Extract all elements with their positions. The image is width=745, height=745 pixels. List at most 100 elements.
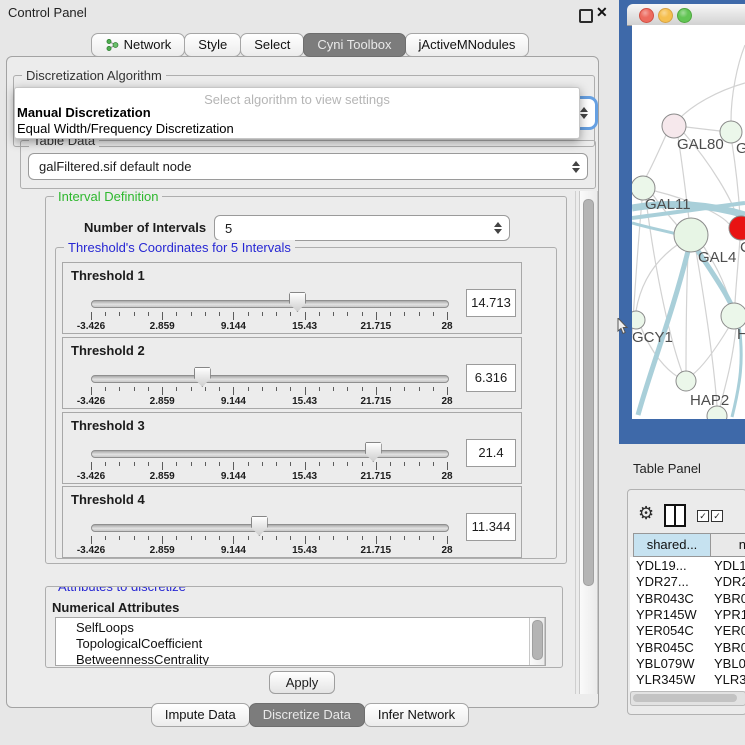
GAL4-node[interactable] — [674, 218, 708, 252]
panel-vertical-scrollbar[interactable] — [579, 191, 598, 694]
table-row[interactable]: YLR345W YLR345W — [630, 671, 745, 688]
attribute-item[interactable]: SelfLoops — [56, 620, 545, 636]
tab-cyni-toolbox[interactable]: Cyni Toolbox — [303, 33, 405, 57]
numerical-attributes-label: Numerical Attributes — [52, 600, 179, 615]
cell-name: YBR043C — [714, 590, 745, 607]
scrollbar-thumb[interactable] — [633, 694, 737, 702]
tab-infer-network[interactable]: Infer Network — [364, 703, 469, 727]
table-row[interactable]: YBR045CYBR045C — [630, 639, 745, 656]
slider-thumb[interactable] — [289, 292, 306, 312]
minimize-traffic-light[interactable] — [658, 8, 673, 23]
split-pane-icon[interactable] — [664, 504, 686, 527]
slider-tick — [290, 536, 291, 540]
HAP2-node[interactable] — [676, 371, 696, 391]
table-row[interactable]: YDL19...YDL19... — [630, 557, 745, 574]
threshold-value-field[interactable]: 14.713 — [466, 289, 516, 317]
tab-select[interactable]: Select — [240, 33, 304, 57]
slider-tick — [119, 312, 120, 316]
threshold-value-field[interactable]: 6.316 — [466, 364, 516, 392]
slider-tick — [233, 462, 234, 470]
apply-button[interactable]: Apply — [269, 671, 335, 694]
tick-label: 28 — [441, 321, 452, 332]
slider-tick — [134, 312, 135, 316]
attribute-item[interactable]: TopologicalCoefficient — [56, 636, 545, 652]
slider-tick — [376, 462, 377, 470]
combo-arrows-icon — [572, 161, 580, 173]
table-horizontal-scrollbar[interactable] — [630, 691, 745, 706]
slider-tick — [447, 387, 448, 395]
attributes-listbox[interactable]: SelfLoopsTopologicalCoefficientBetweenne… — [55, 617, 546, 666]
table-row[interactable]: YDR27...YDR27... — [630, 573, 745, 590]
scrollbar-thumb[interactable] — [532, 620, 543, 660]
network-canvas[interactable]: GAL80GACGAL11GAL4GCY1HHAP2 — [632, 25, 745, 419]
tab-impute-data[interactable]: Impute Data — [151, 703, 250, 727]
tick-label: -3.426 — [77, 545, 105, 556]
slider-tick — [447, 462, 448, 470]
slider-tick — [347, 312, 348, 316]
node-label: GA — [736, 140, 745, 157]
algorithm-option-equal-width[interactable]: Equal Width/Frequency Discretization — [17, 121, 234, 136]
slider-track[interactable] — [91, 375, 449, 383]
network-window-titlebar[interactable] — [627, 4, 745, 26]
table-row[interactable]: YBR043CYBR043C — [630, 590, 745, 607]
gear-icon[interactable]: ⚙ — [638, 503, 654, 524]
tab-network[interactable]: Network — [91, 33, 186, 57]
slider-tick — [404, 536, 405, 540]
tab-style[interactable]: Style — [184, 33, 241, 57]
column-header-name[interactable]: na — [710, 533, 745, 557]
slider-tick — [305, 536, 306, 544]
slider-thumb[interactable] — [251, 516, 268, 536]
red-node[interactable] — [729, 216, 745, 240]
list-scrollbar[interactable] — [529, 618, 545, 665]
slider-track[interactable] — [91, 300, 449, 308]
node-label: GCY1 — [632, 329, 673, 346]
algorithm-option-manual[interactable]: Manual Discretization — [17, 105, 151, 120]
table-row[interactable]: YER054CYER054C — [630, 622, 745, 639]
tab-discretize-data[interactable]: Discretize Data — [249, 703, 365, 727]
threshold-panel: Threshold 4-3.4262.8599.14415.4321.71528… — [62, 486, 522, 558]
threshold-value-field[interactable]: 11.344 — [466, 513, 516, 541]
slider-tick — [134, 387, 135, 391]
cell-shared-name: YLR345W — [636, 671, 695, 688]
close-traffic-light[interactable] — [639, 8, 654, 23]
close-icon[interactable]: ✕ — [596, 4, 608, 21]
slider-thumb[interactable] — [194, 367, 211, 387]
checkbox-icon[interactable]: ✓ — [711, 510, 723, 522]
slider-tick — [404, 312, 405, 316]
tick-label: 15.43 — [292, 545, 317, 556]
cell-name: YER054C — [714, 622, 745, 639]
slider-tick — [148, 387, 149, 391]
slider-thumb[interactable] — [365, 442, 382, 462]
GAL80-node[interactable] — [662, 114, 686, 138]
checkbox-icon[interactable]: ✓ — [697, 510, 709, 522]
slider-tick — [176, 462, 177, 466]
table-rows[interactable]: YDL19...YDL19...YDR27...YDR27...YBR043CY… — [630, 557, 745, 691]
slider-tick — [419, 387, 420, 391]
cell-name: YLR345W — [714, 671, 745, 688]
table-data-combobox[interactable]: galFiltered.sif default node — [28, 153, 588, 180]
attribute-item[interactable]: BetweennessCentrality — [56, 652, 545, 666]
table-row[interactable]: YPR145WYPR145W — [630, 606, 745, 623]
scrollbar-thumb[interactable] — [583, 199, 594, 586]
tick-label: 28 — [441, 396, 452, 407]
slider-tick — [148, 462, 149, 466]
zoom-traffic-light[interactable] — [677, 8, 692, 23]
cell-shared-name: YDL19... — [636, 557, 687, 574]
panel-title: Control Panel — [8, 5, 87, 20]
column-header-shared-name[interactable]: shared... — [633, 533, 711, 557]
tick-label: 15.43 — [292, 471, 317, 482]
slider-tick — [305, 312, 306, 320]
slider-tick — [276, 387, 277, 391]
float-window-icon[interactable] — [579, 9, 593, 23]
tick-label: 15.43 — [292, 396, 317, 407]
tab-jactivemnodules[interactable]: jActiveMNodules — [405, 33, 530, 57]
slider-tick — [134, 462, 135, 466]
threshold-value-field[interactable]: 21.4 — [466, 439, 516, 467]
number-of-intervals-combobox[interactable]: 5 — [214, 215, 510, 241]
slider-track[interactable] — [91, 450, 449, 458]
top-tab-bar: Network Style Select Cyni Toolbox jActiv… — [0, 33, 619, 57]
GCY1-node[interactable] — [632, 311, 645, 329]
threshold-label: Threshold 4 — [71, 492, 145, 507]
slider-track[interactable] — [91, 524, 449, 532]
table-row[interactable]: YBL079WYBL079W — [630, 655, 745, 672]
